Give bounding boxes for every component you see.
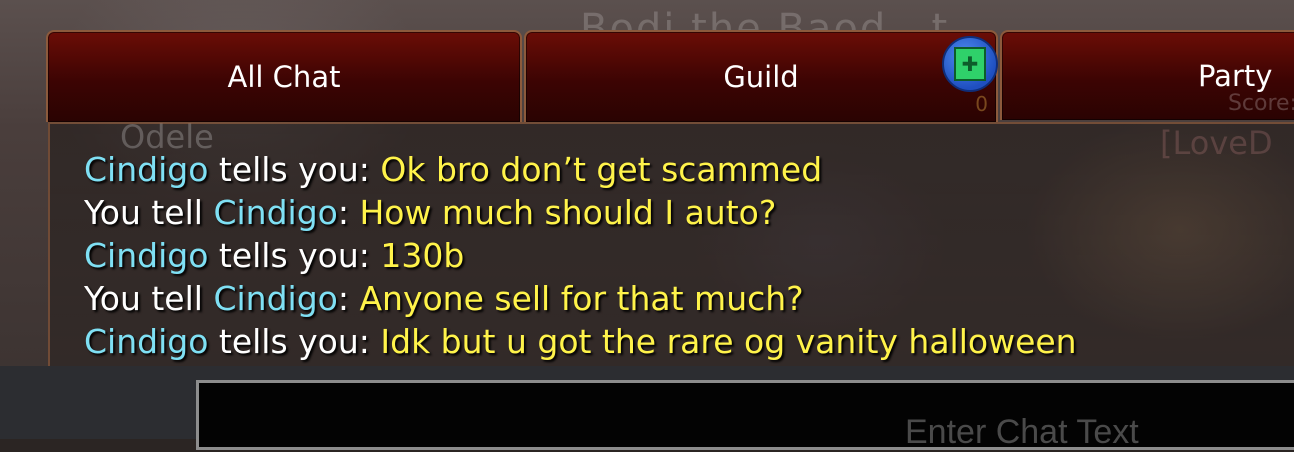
message-sender[interactable]: Cindigo xyxy=(84,236,208,275)
chat-message: Cindigo tells you: 130b xyxy=(84,234,1284,277)
chat-message: You tell Cindigo: How much should I auto… xyxy=(84,191,1284,234)
guild-banner-icon[interactable]: ✚ xyxy=(942,36,998,92)
message-verb: tells you: xyxy=(208,236,381,275)
message-text: Idk but u got the rare og vanity hallowe… xyxy=(380,322,1077,361)
message-text: Ok bro don’t get scammed xyxy=(380,150,823,189)
chat-text-input[interactable]: Enter Chat Text xyxy=(196,380,1294,451)
guild-emblem-icon: ✚ xyxy=(954,47,986,81)
message-verb: : xyxy=(337,279,360,318)
tab-guild[interactable]: Guild 0 xyxy=(524,30,998,122)
message-sender[interactable]: Cindigo xyxy=(213,193,337,232)
message-text: How much should I auto? xyxy=(359,193,777,232)
chat-message: You tell Cindigo: Anyone sell for that m… xyxy=(84,277,1284,320)
message-sender[interactable]: Cindigo xyxy=(213,279,337,318)
message-text: 130b xyxy=(380,236,465,275)
message-prefix: You tell xyxy=(84,279,214,318)
chat-messages: Cindigo tells you: Ok bro don’t get scam… xyxy=(84,148,1284,363)
message-verb: : xyxy=(337,193,360,232)
tab-label: All Chat xyxy=(227,60,341,94)
message-sender[interactable]: Cindigo xyxy=(84,150,208,189)
tab-party[interactable]: Party Score: 0 xyxy=(1000,30,1294,120)
message-sender[interactable]: Cindigo xyxy=(84,322,208,361)
message-verb: tells you: xyxy=(208,322,381,361)
tab-all-chat[interactable]: All Chat xyxy=(46,30,522,122)
chat-input-placeholder: Enter Chat Text xyxy=(905,413,1139,451)
chat-message: Cindigo tells you: Ok bro don’t get scam… xyxy=(84,148,1284,191)
message-verb: tells you: xyxy=(208,150,381,189)
message-text: Anyone sell for that much? xyxy=(359,279,804,318)
score-readout: Score: 0 xyxy=(1227,91,1294,116)
chat-tabs: All Chat Guild 0 Party Score: 0 xyxy=(46,30,1294,122)
tab-label: Party xyxy=(1198,59,1273,93)
tab-label: Guild xyxy=(723,60,799,94)
message-prefix: You tell xyxy=(84,193,214,232)
chat-message: Cindigo tells you: Idk but u got the rar… xyxy=(84,320,1284,363)
guild-coin-count: 0 xyxy=(975,92,988,116)
